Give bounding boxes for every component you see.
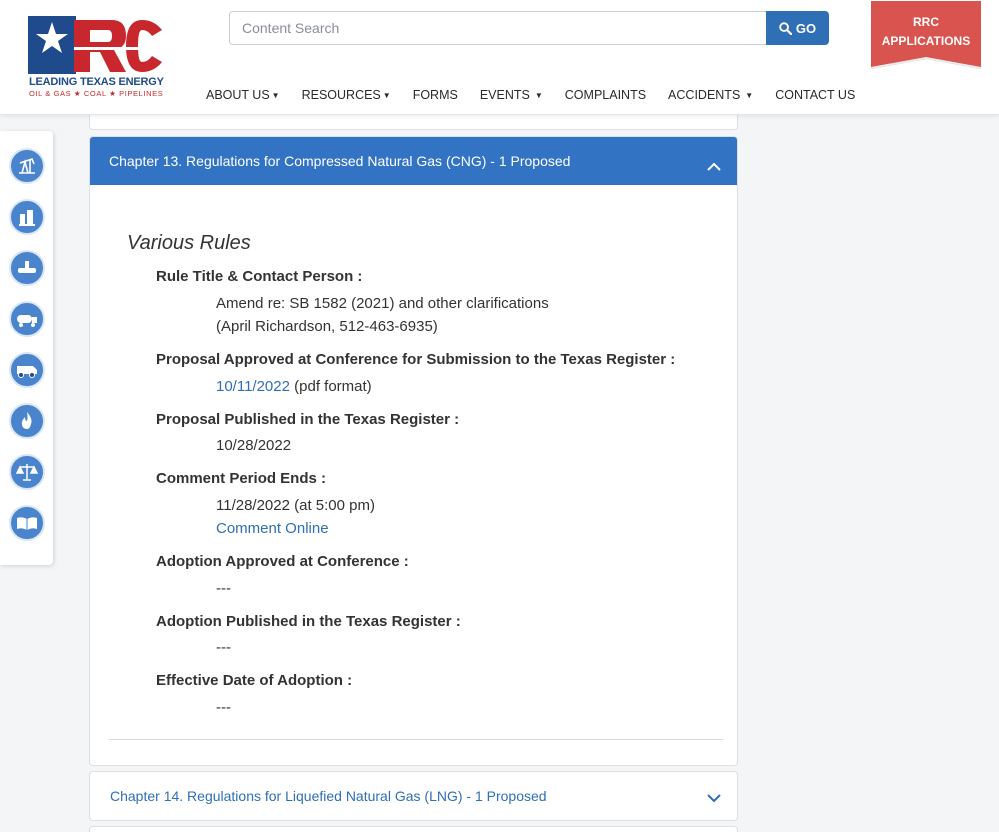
- nav-contact-us[interactable]: CONTACT US: [775, 88, 855, 102]
- nav-label: COMPLAINTS: [564, 88, 647, 102]
- search-bar: GO: [229, 11, 829, 45]
- nav-about-us[interactable]: ABOUT US ▼: [206, 88, 280, 102]
- caret-down-icon: ▼: [745, 90, 754, 100]
- caret-down-icon: ▼: [382, 90, 391, 100]
- quick-links-rail: [0, 131, 53, 565]
- nav-events[interactable]: EVENTS ▼: [480, 88, 543, 102]
- adoption-published-label: Adoption Published in the Texas Register…: [156, 613, 461, 630]
- caret-down-icon: ▼: [534, 90, 543, 100]
- apps-label-line2: APPLICATIONS: [881, 34, 971, 48]
- nav-label: CONTACT US: [775, 88, 856, 102]
- nav-forms[interactable]: FORMS: [413, 88, 458, 102]
- tanker-truck-icon[interactable]: [9, 301, 45, 337]
- search-input[interactable]: [229, 11, 767, 45]
- comment-period-value: 11/28/2022 (at 5:00 pm): [216, 497, 375, 514]
- nav-label: ACCIDENTS: [668, 88, 741, 102]
- nav-label: RESOURCES: [301, 88, 381, 102]
- nav-label: EVENTS: [479, 88, 530, 102]
- chevron-down-icon: [707, 794, 721, 803]
- chapter-14-title: Chapter 14. Regulations for Liquefied Na…: [110, 788, 547, 804]
- comment-online-link[interactable]: Comment Online: [216, 520, 329, 537]
- nav-complaints[interactable]: COMPLAINTS: [565, 88, 646, 102]
- chapter-13-panel: Chapter 13. Regulations for Compressed N…: [89, 136, 738, 766]
- oil-pump-icon[interactable]: [9, 148, 45, 184]
- proposal-approved-value: 10/11/2022 (pdf format): [216, 378, 372, 395]
- chapter-13-title: Chapter 13. Regulations for Compressed N…: [109, 153, 571, 169]
- comment-period-label: Comment Period Ends :: [156, 470, 327, 487]
- adoption-approved-value: ---: [216, 580, 231, 597]
- chapter-15-panel[interactable]: [89, 826, 738, 832]
- logo-subline: OIL & GAS ★ COAL ★ PIPELINES: [29, 89, 164, 98]
- effective-date-value: ---: [216, 699, 231, 716]
- rrc-applications-button[interactable]: RRC APPLICATIONS: [871, 1, 981, 69]
- contact-person-value: (April Richardson, 512-463-6935): [216, 318, 438, 335]
- refinery-icon[interactable]: [9, 199, 45, 235]
- pdf-format-note: (pdf format): [289, 378, 372, 395]
- proposal-published-label: Proposal Published in the Texas Register…: [156, 411, 460, 428]
- mining-truck-icon[interactable]: [9, 352, 45, 388]
- main-nav: ABOUT US ▼ RESOURCES ▼ FORMS EVENTS ▼ COMPL…: [206, 88, 877, 102]
- chevron-up-icon: [707, 162, 721, 171]
- search-go-button[interactable]: GO: [766, 11, 829, 45]
- apps-label-line1: RRC: [913, 15, 939, 29]
- panel-divider: [109, 739, 723, 740]
- rrc-logo-mark-icon: [28, 16, 164, 74]
- proposal-pdf-link[interactable]: 10/11/2022: [216, 378, 290, 395]
- rule-title-label: Rule Title & Contact Person :: [156, 268, 363, 285]
- chapter-13-panel-header[interactable]: Chapter 13. Regulations for Compressed N…: [90, 137, 737, 185]
- section-heading: Various Rules: [127, 232, 251, 254]
- logo-tagline: LEADING TEXAS ENERGY: [29, 76, 164, 88]
- adoption-approved-label: Adoption Approved at Conference :: [156, 553, 409, 570]
- nav-label: FORMS: [412, 88, 458, 102]
- search-go-label: GO: [795, 20, 817, 36]
- rule-title-value: Amend re: SB 1582 (2021) and other clari…: [216, 295, 549, 312]
- site-header: LEADING TEXAS ENERGY OIL & GAS ★ COAL ★ …: [0, 0, 999, 115]
- flame-icon[interactable]: [9, 403, 45, 439]
- search-icon: [779, 21, 792, 35]
- effective-date-label: Effective Date of Adoption :: [156, 672, 353, 689]
- rrc-applications-label: RRC APPLICATIONS: [871, 13, 981, 51]
- chapter-14-panel[interactable]: Chapter 14. Regulations for Liquefied Na…: [89, 771, 738, 821]
- proposal-published-value: 10/28/2022: [216, 437, 292, 454]
- justice-scale-icon[interactable]: [9, 454, 45, 490]
- proposal-approved-label: Proposal Approved at Conference for Subm…: [156, 351, 676, 368]
- caret-down-icon: ▼: [271, 90, 280, 100]
- nav-accidents[interactable]: ACCIDENTS ▼: [668, 88, 753, 102]
- nav-label: ABOUT US: [206, 88, 270, 102]
- adoption-published-value: ---: [216, 639, 231, 656]
- open-book-icon[interactable]: [9, 505, 45, 541]
- pipeline-icon[interactable]: [9, 250, 45, 286]
- nav-resources[interactable]: RESOURCES ▼: [302, 88, 391, 102]
